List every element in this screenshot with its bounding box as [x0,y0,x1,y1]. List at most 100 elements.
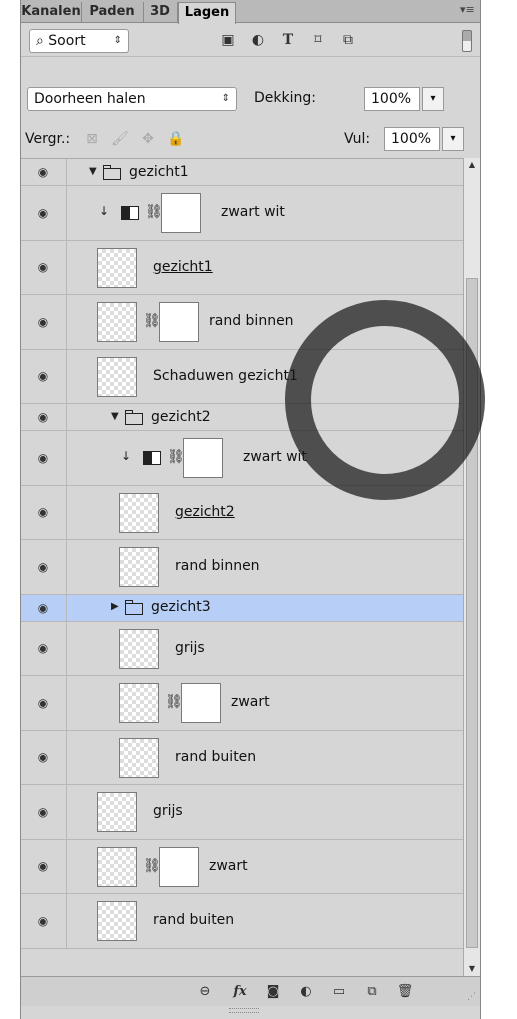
visibility-toggle[interactable]: ◉ [21,730,67,784]
folder-icon [125,600,143,615]
tab-3d[interactable]: 3D [143,2,178,22]
lock-image-icon[interactable]: 🖌 [111,130,129,148]
layer-row[interactable]: ◉ grijs [21,785,463,840]
adjustment-layer-icon[interactable]: ◐ [297,984,315,1000]
layer-name: rand buiten [175,748,257,765]
layer-group-row[interactable]: ◉ ▼ gezicht1 [21,159,463,186]
visibility-toggle[interactable]: ◉ [21,485,67,539]
visibility-toggle[interactable]: ◉ [21,594,67,621]
shape-filter-icon[interactable]: ⌑ [309,31,327,49]
layer-row[interactable]: ◉ ⛓ zwart [21,839,463,894]
scroll-down-icon[interactable]: ▼ [464,962,480,976]
layer-thumbnail[interactable] [97,356,137,397]
layer-mask-thumbnail[interactable] [161,193,201,234]
mask-link-icon[interactable]: ⛓ [143,858,161,874]
layer-row[interactable]: ◉ grijs [21,621,463,676]
layers-scrollbar[interactable]: ▲ ▼ [463,158,480,976]
smartobject-filter-icon[interactable]: ⧉ [339,31,357,49]
layer-mask-thumbnail[interactable] [183,438,223,479]
filter-toggle[interactable] [462,30,472,52]
opacity-input[interactable]: 100% [364,87,420,111]
layer-name: gezicht2 [151,408,211,425]
visibility-toggle[interactable]: ◉ [21,159,67,185]
layer-row[interactable]: ◉ ⛓ zwart [21,676,463,731]
layer-thumbnail[interactable] [97,846,137,887]
layer-mask-thumbnail[interactable] [159,302,199,343]
layer-thumbnail[interactable] [97,901,137,942]
layer-thumbnail[interactable] [119,492,159,533]
black-white-adjustment-icon [143,451,161,466]
black-white-adjustment-icon [121,206,139,221]
visibility-toggle[interactable]: ◉ [21,349,67,403]
fill-input[interactable]: 100% [384,127,440,151]
image-filter-icon[interactable]: ▣ [219,31,237,49]
mask-link-icon[interactable]: ⛓ [143,313,161,329]
visibility-toggle[interactable]: ◉ [21,240,67,294]
eye-icon: ◉ [37,314,49,329]
mask-link-icon[interactable]: ⛓ [165,694,183,710]
layer-row[interactable]: ◉ rand buiten [21,730,463,785]
visibility-toggle[interactable]: ◉ [21,404,67,430]
add-mask-icon[interactable]: ◙ [264,984,282,1000]
layer-thumbnail[interactable] [119,683,159,724]
layer-name: grijs [153,803,183,820]
layer-thumbnail[interactable] [97,792,137,833]
visibility-toggle[interactable]: ◉ [21,621,67,675]
opacity-dropdown-button[interactable]: ▾ [422,87,444,111]
scroll-up-icon[interactable]: ▲ [464,158,480,172]
tab-paden[interactable]: Paden [81,2,144,22]
layer-row[interactable]: ◉ gezicht1 [21,240,463,295]
layer-name: gezicht3 [151,599,211,615]
search-icon: ⌕ [36,33,49,49]
select-arrows-icon: ⇕ [221,93,230,104]
visibility-toggle[interactable]: ◉ [21,431,67,485]
mask-link-icon[interactable]: ⛓ [145,204,163,220]
layer-thumbnail[interactable] [97,302,137,343]
expand-arrow-icon[interactable]: ▼ [89,166,97,177]
collapse-arrow-icon[interactable]: ▶ [111,601,119,612]
visibility-toggle[interactable]: ◉ [21,839,67,893]
resize-grip-icon[interactable]: ⋰ [467,992,476,1002]
visibility-toggle[interactable]: ◉ [21,295,67,349]
mask-link-icon[interactable]: ⛓ [167,449,185,465]
folder-icon [103,164,121,180]
lock-position-icon[interactable]: ✥ [139,130,157,148]
layer-thumbnail[interactable] [119,547,159,588]
fx-icon[interactable]: fx [231,984,249,1000]
layer-name: zwart [231,694,270,711]
delete-icon[interactable]: 🗑 [396,984,414,1000]
lock-transparency-icon[interactable]: ⊠ [83,130,101,148]
tab-lagen[interactable]: Lagen [178,2,236,24]
expand-arrow-icon[interactable]: ▼ [111,411,119,422]
visibility-toggle[interactable]: ◉ [21,540,67,594]
blend-mode-select[interactable]: Doorheen halen ⇕ [27,87,237,111]
panel-bottom-grip[interactable] [229,1008,259,1013]
new-group-icon[interactable]: ▭ [330,984,348,1000]
filter-type-select[interactable]: ⌕ Soort ⇕ [29,29,129,53]
layer-mask-thumbnail[interactable] [159,846,199,887]
blend-row: Doorheen halen ⇕ Dekking: 100% ▾ [21,56,480,121]
visibility-toggle[interactable]: ◉ [21,894,67,948]
eye-icon: ◉ [37,641,49,656]
layer-mask-thumbnail[interactable] [181,683,221,724]
layer-thumbnail[interactable] [119,628,159,669]
layer-name: rand binnen [209,313,294,330]
fill-dropdown-button[interactable]: ▾ [442,127,464,151]
new-layer-icon[interactable]: ⧉ [363,984,381,1000]
layer-group-row[interactable]: ◉ ▶ gezicht3 [21,594,463,622]
adjustment-filter-icon[interactable]: ◐ [249,31,267,49]
type-filter-icon[interactable]: T [279,31,297,49]
layer-thumbnail[interactable] [97,247,137,288]
panel-menu-icon[interactable]: ▾≡ [460,3,475,17]
layer-thumbnail[interactable] [119,737,159,778]
eye-icon: ◉ [37,260,49,275]
link-layers-icon[interactable]: ⊖ [196,984,214,1000]
layer-row[interactable]: ◉ rand binnen [21,540,463,595]
visibility-toggle[interactable]: ◉ [21,785,67,839]
layer-row[interactable]: ◉ rand buiten [21,894,463,949]
lock-all-icon[interactable]: 🔒 [167,130,185,148]
tab-kanalen[interactable]: Kanalen [21,2,82,22]
layer-row[interactable]: ◉ ↓ ⛓ zwart wit [21,186,463,241]
visibility-toggle[interactable]: ◉ [21,186,67,240]
visibility-toggle[interactable]: ◉ [21,676,67,730]
